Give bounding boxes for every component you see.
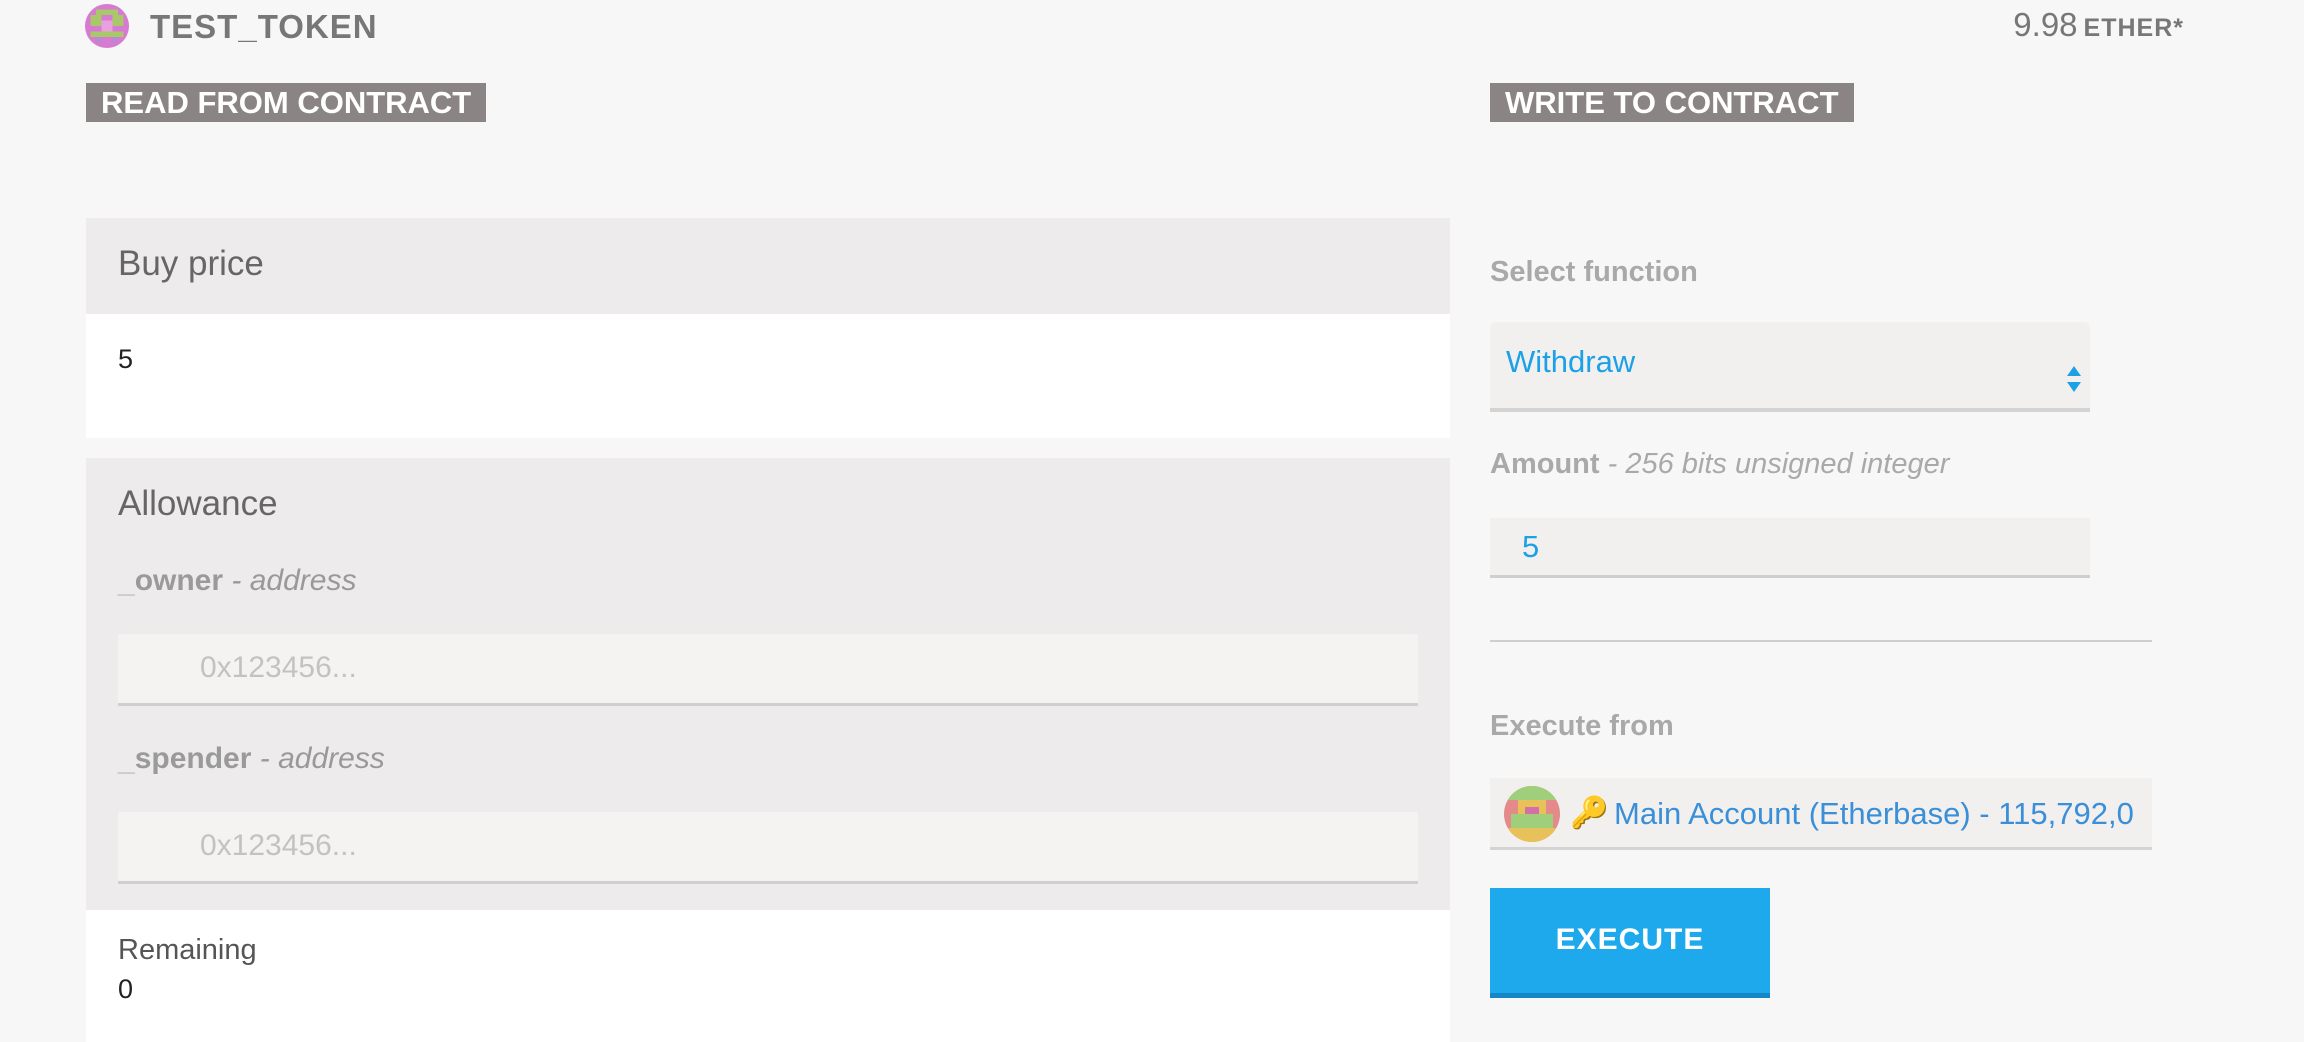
spender-placeholder: 0x123456... xyxy=(200,829,357,862)
account-name: Main Account (Etherbase) - 115,792,0 xyxy=(1614,796,2134,831)
remaining-value: 0 xyxy=(118,974,134,1004)
owner-label: _owner - address xyxy=(118,564,356,598)
token-identicon-icon xyxy=(85,4,129,48)
amount-type: 256 bits unsigned integer xyxy=(1625,448,1950,480)
owner-type: address xyxy=(249,564,357,597)
buy-price-value: 5 xyxy=(118,344,134,374)
select-arrows-icon xyxy=(2066,346,2082,426)
spender-sep: - xyxy=(251,742,279,775)
select-function-label: Select function xyxy=(1490,256,1698,288)
allowance-result: Remaining 0 xyxy=(86,910,1450,1042)
amount-sep: - xyxy=(1599,448,1626,480)
function-select[interactable]: Withdraw xyxy=(1490,322,2090,412)
spender-address-input[interactable]: 0x123456... xyxy=(118,812,1418,884)
spender-underscore: _ xyxy=(118,742,135,775)
execute-from-label: Execute from xyxy=(1490,710,1674,742)
balance-unit: ETHER* xyxy=(2083,14,2184,42)
execute-button[interactable]: EXECUTE xyxy=(1490,888,1770,998)
spender-type: address xyxy=(278,742,385,775)
owner-placeholder: 0x123456... xyxy=(200,651,357,684)
amount-name: Amount xyxy=(1490,448,1600,480)
allowance-panel: Allowance _owner - address 0x123456... _… xyxy=(86,458,1450,910)
amount-label: Amount - 256 bits unsigned integer xyxy=(1490,448,1949,481)
account-identicon-icon xyxy=(1504,786,1560,842)
owner-sep: - xyxy=(223,564,250,597)
amount-value: 5 xyxy=(1522,529,1540,564)
owner-underscore: _ xyxy=(118,564,135,597)
read-section-label: READ FROM CONTRACT xyxy=(86,83,487,122)
owner-address-input[interactable]: 0x123456... xyxy=(118,634,1418,706)
buy-price-title: Buy price xyxy=(118,244,264,283)
write-section-label: WRITE TO CONTRACT xyxy=(1490,83,1854,122)
account-balance: 9.98 ETHER* xyxy=(2013,6,2184,44)
buy-price-header: Buy price xyxy=(86,218,1450,314)
token-name: TEST_TOKEN xyxy=(150,8,378,45)
allowance-title: Allowance xyxy=(118,484,278,523)
divider xyxy=(1490,640,2152,642)
key-icon: 🔑 xyxy=(1570,795,1609,830)
balance-value: 9.98 xyxy=(2013,6,2078,43)
remaining-label: Remaining xyxy=(118,934,257,966)
amount-input[interactable]: 5 xyxy=(1490,518,2090,578)
spender-label: _spender - address xyxy=(118,742,385,776)
spender-name: spender xyxy=(134,742,252,775)
buy-price-result: 5 xyxy=(86,314,1450,438)
selected-function: Withdraw xyxy=(1506,344,1636,379)
execute-from-select[interactable]: 🔑 Main Account (Etherbase) - 115,792,0 xyxy=(1490,778,2152,850)
owner-name: owner xyxy=(134,564,224,597)
